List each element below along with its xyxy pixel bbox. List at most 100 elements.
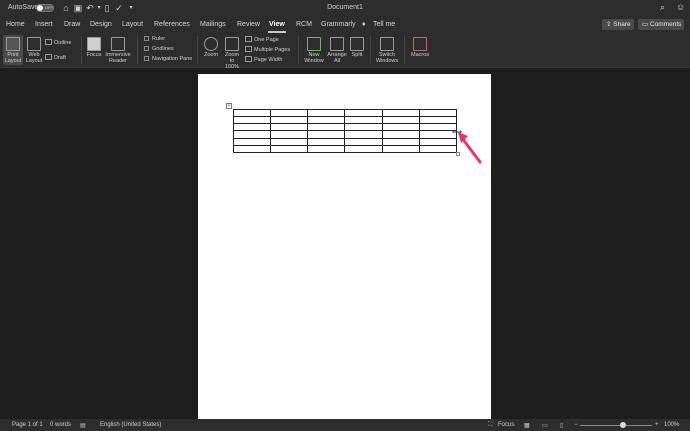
tab-references[interactable]: References [154, 21, 190, 28]
table-cell[interactable] [381, 108, 420, 118]
zoom-100-button[interactable]: Zoom to 100% [222, 35, 242, 70]
table-cell[interactable] [344, 108, 383, 118]
table-cell[interactable] [344, 137, 383, 146]
outline-button[interactable]: Outline [45, 39, 71, 47]
web-layout-view-icon[interactable]: ▭ [542, 422, 548, 429]
table-cell[interactable] [232, 108, 272, 118]
tab-layout[interactable]: Layout [122, 21, 143, 28]
tell-me[interactable]: Tell me [373, 21, 395, 28]
table-cell[interactable] [232, 144, 272, 154]
zoom-slider[interactable] [580, 425, 652, 426]
search-icon[interactable]: ⌕ [660, 2, 665, 13]
table-cell[interactable] [344, 116, 383, 125]
table-cell[interactable] [344, 144, 383, 154]
table-cell[interactable] [307, 108, 346, 118]
table-cell[interactable] [381, 137, 420, 146]
new-window-button[interactable]: New Window [303, 35, 325, 65]
word-count[interactable]: 0 words [50, 422, 71, 428]
tab-grammarly[interactable]: Grammarly [321, 21, 356, 28]
focus-icon [87, 37, 101, 51]
table-cell[interactable] [270, 116, 309, 125]
proofing-icon[interactable]: ▤ [80, 422, 86, 429]
tab-mailings[interactable]: Mailings [200, 21, 226, 28]
table-cell[interactable] [381, 123, 420, 132]
table-cell[interactable] [270, 123, 309, 132]
table-cell[interactable] [418, 108, 458, 118]
table-cell[interactable] [307, 116, 346, 125]
multiple-pages-icon [245, 46, 252, 52]
table-cell[interactable] [232, 137, 272, 146]
tab-draw[interactable]: Draw [64, 21, 80, 28]
navigation-pane-checkbox[interactable]: Navigation Pane [144, 56, 192, 63]
table-cell[interactable] [232, 130, 272, 139]
page-width-icon [245, 56, 252, 62]
table-cell[interactable] [307, 130, 346, 139]
focus-mode-icon[interactable]: ⛶ [488, 422, 492, 429]
table-cell[interactable] [270, 144, 309, 154]
table-cell[interactable] [381, 130, 420, 139]
table-cell[interactable] [270, 130, 309, 139]
split-button[interactable]: Split [349, 35, 365, 65]
table-cell[interactable] [232, 116, 272, 125]
comments-button[interactable]: ▭ Comments [638, 19, 684, 30]
read-mode-icon[interactable]: ▯ [560, 422, 563, 429]
table-cell[interactable] [307, 123, 346, 132]
tab-home[interactable]: Home [6, 21, 25, 28]
macros-button[interactable]: Macros [408, 35, 432, 65]
zoom-out-button[interactable]: − [574, 422, 578, 428]
tab-insert[interactable]: Insert [35, 21, 53, 28]
print-layout-view-icon[interactable]: ▦ [524, 422, 530, 429]
table-move-handle[interactable]: + [226, 103, 232, 109]
split-icon [350, 37, 364, 51]
zoom-in-button[interactable]: + [655, 422, 659, 428]
page-width-button[interactable]: Page Width [245, 56, 282, 64]
table-cell[interactable] [270, 108, 309, 118]
table-cell[interactable] [418, 144, 458, 154]
table-cell[interactable] [270, 137, 309, 146]
language[interactable]: English (United States) [100, 422, 161, 428]
focus-mode-label[interactable]: Focus [498, 422, 514, 428]
tab-design[interactable]: Design [90, 21, 112, 28]
table-row [232, 108, 458, 118]
table-cell[interactable] [344, 130, 383, 139]
table-row [232, 130, 458, 139]
switch-windows-button[interactable]: Switch Windows [374, 35, 400, 65]
table-cell[interactable] [418, 137, 458, 146]
zoom-button[interactable]: Zoom [201, 35, 221, 65]
arrange-all-button[interactable]: Arrange All [326, 35, 348, 65]
one-page-button[interactable]: One Page [245, 36, 279, 44]
gridlines-checkbox[interactable]: Gridlines [144, 46, 174, 53]
table-cell[interactable] [344, 123, 383, 132]
print-layout-button[interactable]: Print Layout [3, 35, 23, 65]
table-cell[interactable] [381, 116, 420, 125]
web-layout-button[interactable]: Web Layout [24, 35, 44, 65]
immersive-label-2: Reader [108, 58, 128, 64]
focus-button[interactable]: Focus [85, 35, 103, 65]
multiple-pages-button[interactable]: Multiple Pages [245, 46, 290, 54]
lightbulb-icon: ♦ [362, 21, 366, 28]
ruler-box [144, 36, 149, 41]
split-label: Split [351, 52, 363, 58]
immersive-reader-button[interactable]: Immersive Reader [104, 35, 132, 65]
tab-rcm[interactable]: RCM [296, 21, 312, 28]
table-cell[interactable] [307, 144, 346, 154]
document-table[interactable] [232, 108, 458, 154]
zoom-slider-thumb[interactable] [620, 422, 626, 428]
table-cell[interactable] [381, 144, 420, 154]
document-title: Document1 [327, 4, 363, 11]
page-count[interactable]: Page 1 of 1 [12, 422, 43, 428]
tab-view[interactable]: View [269, 21, 285, 28]
zoom-level[interactable]: 100% [664, 422, 679, 428]
table-cell[interactable] [307, 137, 346, 146]
table-cell[interactable] [232, 123, 272, 132]
tab-review[interactable]: Review [237, 21, 260, 28]
table-cell[interactable] [418, 116, 458, 125]
ruler-checkbox[interactable]: Ruler [144, 36, 165, 43]
web-layout-label-2: Layout [25, 58, 43, 64]
draft-button[interactable]: Draft [45, 54, 66, 62]
table-cell[interactable] [418, 130, 458, 139]
table-cell[interactable] [418, 123, 458, 132]
feedback-icon[interactable]: ☺ [676, 2, 685, 12]
new-window-label-2: Window [304, 58, 324, 64]
share-button[interactable]: ⇪ Share [602, 19, 634, 30]
